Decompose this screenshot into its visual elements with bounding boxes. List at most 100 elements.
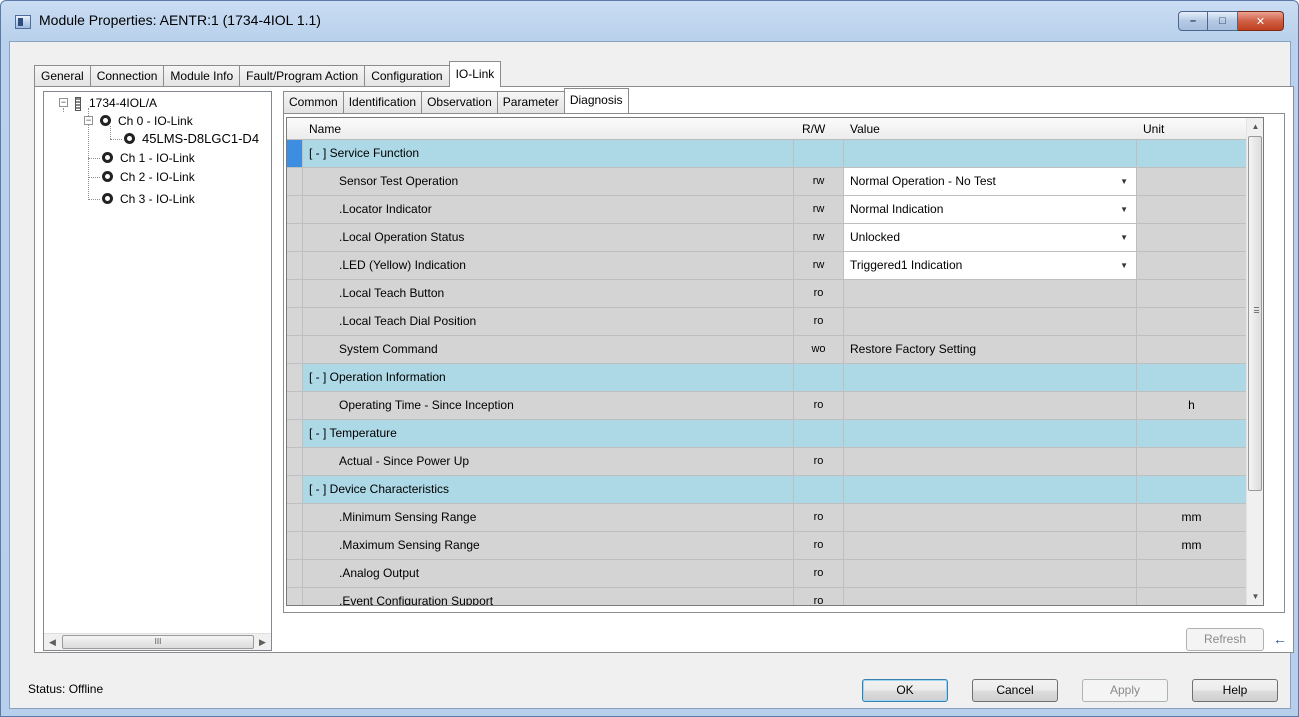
row-header[interactable] <box>287 476 303 504</box>
row-header[interactable] <box>287 588 303 605</box>
tab-io-link[interactable]: IO-Link <box>448 61 502 87</box>
param-name-text: Actual - Since Power Up <box>339 454 470 468</box>
category-toggle[interactable]: [ - ] Operation Information <box>303 364 794 392</box>
tab-general[interactable]: General <box>34 65 91 87</box>
title-bar: Module Properties: AENTR:1 (1734-4IOL 1.… <box>1 1 1298 41</box>
parameter-row[interactable]: .Local Teach Button ro <box>287 280 1263 308</box>
minimize-button[interactable]: – <box>1178 11 1208 31</box>
row-header[interactable] <box>287 560 303 588</box>
access-mode: rw <box>794 168 844 196</box>
parameter-row[interactable]: Actual - Since Power Up ro <box>287 448 1263 476</box>
chevron-down-icon[interactable]: ▼ <box>1120 196 1128 223</box>
parameter-row[interactable]: .Maximum Sensing Range ro mm <box>287 532 1263 560</box>
category-row[interactable]: [ - ] Operation Information <box>287 364 1263 392</box>
chevron-down-icon[interactable]: ▼ <box>1120 252 1128 279</box>
parameter-row[interactable]: Sensor Test Operation rw Normal Operation … <box>287 168 1263 196</box>
parameter-row[interactable]: Operating Time - Since Inception ro h <box>287 392 1263 420</box>
parameter-row[interactable]: .Minimum Sensing Range ro mm <box>287 504 1263 532</box>
value-dropdown[interactable]: Unlocked ▼ <box>844 224 1137 252</box>
row-header[interactable] <box>287 224 303 252</box>
tab-fault-program-action[interactable]: Fault/Program Action <box>239 65 366 87</box>
tree-item-device[interactable]: 45LMS-D8LGC1-D4 <box>124 130 259 148</box>
row-header[interactable] <box>287 364 303 392</box>
param-value <box>844 420 1137 448</box>
refresh-button[interactable]: Refresh <box>1186 628 1264 651</box>
parameter-row[interactable]: System Command wo Restore Factory Setting <box>287 336 1263 364</box>
tab-parameter[interactable]: Parameter <box>496 91 565 113</box>
tree-horizontal-scrollbar[interactable]: ◀ III ▶ <box>44 633 271 650</box>
maximize-icon: □ <box>1219 15 1226 27</box>
tree-scroll-thumb[interactable]: III <box>62 635 254 649</box>
parameter-row[interactable]: .LED (Yellow) Indication rw Triggered1 Ind… <box>287 252 1263 280</box>
row-header[interactable] <box>287 196 303 224</box>
ok-button[interactable]: OK <box>862 679 948 702</box>
param-unit <box>1137 364 1247 392</box>
row-header[interactable] <box>287 392 303 420</box>
chevron-down-icon[interactable]: ▼ <box>1120 224 1128 251</box>
tab-connection[interactable]: Connection <box>89 65 165 87</box>
tree-item-ch1[interactable]: Ch 1 - IO-Link <box>102 149 195 167</box>
cancel-button[interactable]: Cancel <box>972 679 1058 702</box>
parameter-row[interactable]: .Local Operation Status rw Unlocked ▼ <box>287 224 1263 252</box>
parameter-row[interactable]: .Analog Output ro <box>287 560 1263 588</box>
param-name-text: .Event Configuration Support <box>339 594 494 606</box>
param-unit-text: mm <box>1181 510 1202 524</box>
row-header[interactable] <box>287 168 303 196</box>
access-mode-text: ro <box>813 455 824 467</box>
category-toggle[interactable]: [ - ] Service Function <box>303 140 794 168</box>
tree-item-ch3[interactable]: Ch 3 - IO-Link <box>102 190 195 208</box>
value-dropdown[interactable]: Triggered1 Indication ▼ <box>844 252 1137 280</box>
col-header-unit[interactable]: Unit <box>1143 118 1164 140</box>
tab-observation[interactable]: Observation <box>421 91 498 113</box>
scroll-up-icon[interactable]: ▲ <box>1247 118 1263 135</box>
tab-diagnosis[interactable]: Diagnosis <box>563 88 629 113</box>
tree-collapse-root[interactable]: − <box>59 98 68 107</box>
param-unit <box>1137 196 1247 224</box>
scroll-left-icon[interactable]: ◀ <box>44 634 61 650</box>
row-header[interactable] <box>287 336 303 364</box>
col-header-name[interactable]: Name <box>309 118 341 140</box>
col-header-rw[interactable]: R/W <box>802 118 825 140</box>
row-header[interactable] <box>287 420 303 448</box>
maximize-button[interactable]: □ <box>1208 11 1238 31</box>
grip-icon <box>1254 307 1259 313</box>
category-row[interactable]: [ - ] Service Function <box>287 140 1263 168</box>
scroll-right-icon[interactable]: ▶ <box>254 634 271 650</box>
help-button[interactable]: Help <box>1192 679 1278 702</box>
chevron-down-icon[interactable]: ▼ <box>1120 168 1128 195</box>
tree-collapse-ch0[interactable]: − <box>84 116 93 125</box>
tree-item-ch2[interactable]: Ch 2 - IO-Link <box>102 168 195 186</box>
row-header[interactable] <box>287 280 303 308</box>
row-header[interactable] <box>287 140 303 168</box>
param-name: System Command <box>303 336 794 364</box>
tab-module-info[interactable]: Module Info <box>163 65 241 87</box>
category-toggle[interactable]: [ - ] Temperature <box>303 420 794 448</box>
parameter-row[interactable]: .Locator Indicator rw Normal Indication ▼ <box>287 196 1263 224</box>
col-header-value[interactable]: Value <box>850 118 880 140</box>
tab-common[interactable]: Common <box>283 91 344 113</box>
row-header[interactable] <box>287 252 303 280</box>
close-button[interactable]: ✕ <box>1238 11 1284 31</box>
value-dropdown[interactable]: Normal Indication ▼ <box>844 196 1137 224</box>
category-row[interactable]: [ - ] Temperature <box>287 420 1263 448</box>
outer-tab-strip: General Connection Module Info Fault/Pro… <box>34 61 502 87</box>
grid-vertical-scrollbar[interactable]: ▲ ▼ <box>1246 118 1263 605</box>
apply-button[interactable]: Apply <box>1082 679 1168 702</box>
param-unit <box>1137 280 1247 308</box>
parameter-row[interactable]: .Local Teach Dial Position ro <box>287 308 1263 336</box>
tab-identification[interactable]: Identification <box>342 91 423 113</box>
category-toggle[interactable]: [ - ] Device Characteristics <box>303 476 794 504</box>
row-header[interactable] <box>287 504 303 532</box>
tree-item-ch0[interactable]: Ch 0 - IO-Link <box>100 112 193 130</box>
tab-configuration[interactable]: Configuration <box>364 65 450 87</box>
row-header[interactable] <box>287 308 303 336</box>
access-mode-text: ro <box>813 315 824 327</box>
tree-device-label: 45LMS-D8LGC1-D4 <box>142 131 260 146</box>
grid-scroll-thumb[interactable] <box>1248 136 1262 491</box>
row-header[interactable] <box>287 532 303 560</box>
scroll-down-icon[interactable]: ▼ <box>1247 588 1263 605</box>
category-row[interactable]: [ - ] Device Characteristics <box>287 476 1263 504</box>
value-dropdown[interactable]: Normal Operation - No Test ▼ <box>844 168 1137 196</box>
row-header[interactable] <box>287 448 303 476</box>
parameter-row[interactable]: .Event Configuration Support ro <box>287 588 1263 606</box>
